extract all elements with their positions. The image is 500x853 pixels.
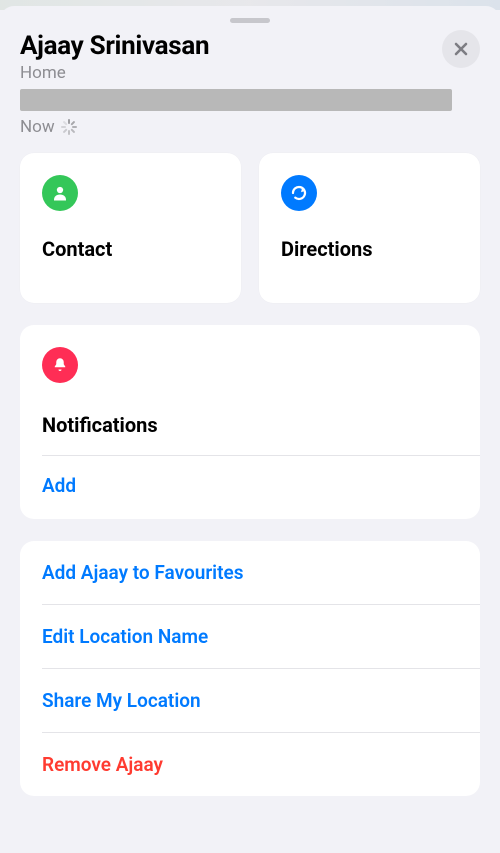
timestamp-line: Now [20,117,480,137]
location-label: Home [20,63,480,83]
contact-card[interactable]: Contact [20,153,241,303]
address-redacted [20,89,452,111]
bottom-sheet: Ajaay Srinivasan Home Now Contact [0,6,500,853]
timestamp-label: Now [20,117,55,137]
close-icon [453,41,469,57]
directions-card-label: Directions [281,237,458,261]
sheet-header: Ajaay Srinivasan Home Now [0,26,500,147]
bell-icon [42,347,78,383]
remove-person-button[interactable]: Remove Ajaay [20,733,480,796]
loading-spinner-icon [61,119,77,135]
sheet-grabber[interactable] [230,18,270,23]
add-notification-button[interactable]: Add [20,456,480,519]
contact-icon [42,175,78,211]
notifications-title: Notifications [42,413,458,437]
notifications-header: Notifications [20,325,480,445]
share-my-location-button[interactable]: Share My Location [20,669,480,732]
action-card-row: Contact Directions [20,153,480,303]
directions-icon [281,175,317,211]
actions-list: Add Ajaay to Favourites Edit Location Na… [20,541,480,796]
add-favourites-button[interactable]: Add Ajaay to Favourites [20,541,480,604]
notifications-section: Notifications Add [20,325,480,519]
content-area: Contact Directions Notifications Add Add… [0,153,500,796]
edit-location-name-button[interactable]: Edit Location Name [20,605,480,668]
close-button[interactable] [442,30,480,68]
directions-card[interactable]: Directions [259,153,480,303]
contact-card-label: Contact [42,237,219,261]
contact-title: Ajaay Srinivasan [20,31,480,61]
